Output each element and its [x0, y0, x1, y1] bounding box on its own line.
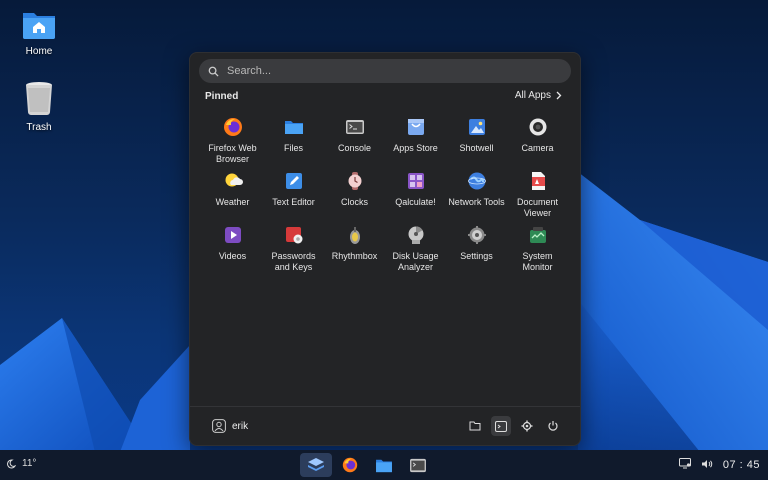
text-editor-icon: [285, 173, 302, 189]
all-apps-label: All Apps: [514, 90, 551, 101]
app-settings[interactable]: Settings: [446, 223, 507, 277]
terminal-outline-icon: [495, 420, 507, 432]
pinned-apps-grid: Firefox Web Browser Files Console Apps S…: [202, 115, 568, 277]
power-button[interactable]: [543, 416, 563, 436]
weather-icon: [225, 173, 243, 187]
camera-icon: [529, 118, 546, 136]
video-icon: [224, 227, 241, 243]
folder-icon: [284, 121, 303, 134]
music-icon: [349, 227, 360, 244]
clock[interactable]: 07 : 45: [723, 459, 760, 471]
firefox-icon: [342, 457, 358, 473]
keys-icon: [285, 227, 302, 244]
store-icon: [407, 119, 424, 135]
system-tray: 07 : 45: [678, 458, 760, 472]
power-icon: [548, 421, 558, 431]
settings-icon: [467, 226, 486, 244]
search-icon: [199, 66, 227, 77]
terminal-icon: [410, 458, 426, 472]
folder-home-icon: [23, 13, 55, 39]
app-text-editor[interactable]: Text Editor: [263, 169, 324, 223]
app-store[interactable]: Apps Store: [385, 115, 446, 169]
menu-footer: erik: [190, 406, 580, 445]
weather-temperature: 11°: [22, 458, 37, 469]
monitor-icon: [529, 227, 546, 243]
user-avatar-icon: [212, 419, 226, 433]
app-firefox[interactable]: Firefox Web Browser: [202, 115, 263, 169]
app-weather[interactable]: Weather: [202, 169, 263, 223]
user-name: erik: [232, 420, 249, 432]
app-shotwell[interactable]: Shotwell: [446, 115, 507, 169]
app-qalculate[interactable]: Qalculate!: [385, 169, 446, 223]
app-menu-layers-icon: [308, 458, 324, 471]
firefox-icon: [223, 118, 242, 136]
taskbar-console[interactable]: [402, 453, 434, 477]
taskbar-firefox[interactable]: [334, 453, 366, 477]
weather-applet[interactable]: 11°: [6, 458, 36, 469]
network-icon: [467, 172, 486, 190]
volume-tray-button[interactable]: [701, 459, 713, 472]
search-bar[interactable]: [199, 59, 571, 83]
display-icon: [678, 458, 691, 469]
search-input[interactable]: [227, 60, 571, 82]
pinned-heading: Pinned: [205, 91, 239, 102]
app-system-monitor[interactable]: System Monitor: [507, 223, 568, 277]
taskbar-apps: [300, 453, 434, 477]
all-apps-button[interactable]: All Apps: [515, 90, 562, 101]
taskbar: 11° 07 : 45: [0, 450, 768, 480]
disk-icon: [408, 226, 423, 244]
folder-outline-icon: [469, 421, 481, 431]
app-clocks[interactable]: Clocks: [324, 169, 385, 223]
calculator-icon: [407, 173, 424, 189]
files-shortcut-button[interactable]: [465, 416, 485, 436]
chevron-right-icon: [556, 91, 562, 100]
gear-icon: [521, 420, 533, 432]
taskbar-app-menu-button[interactable]: [300, 453, 332, 477]
photo-icon: [468, 119, 485, 135]
trash-icon: [26, 82, 52, 115]
weather-night-icon: [7, 458, 16, 468]
app-document-viewer[interactable]: Document Viewer: [507, 169, 568, 223]
taskbar-files[interactable]: [368, 453, 400, 477]
desktop-icon-home[interactable]: Home: [9, 8, 69, 57]
user-button[interactable]: erik: [212, 419, 248, 433]
app-network-tools[interactable]: Network Tools: [446, 169, 507, 223]
app-camera[interactable]: Camera: [507, 115, 568, 169]
settings-shortcut-button[interactable]: [517, 416, 537, 436]
desktop-icon-trash[interactable]: Trash: [9, 80, 69, 133]
document-icon: [531, 172, 545, 190]
app-menu: Pinned All Apps Firefox Web Browser File…: [189, 52, 581, 446]
volume-icon: [701, 459, 713, 468]
app-videos[interactable]: Videos: [202, 223, 263, 277]
display-tray-button[interactable]: [678, 458, 691, 472]
app-passwords-keys[interactable]: Passwords and Keys: [263, 223, 324, 277]
desktop-icon-label: Trash: [26, 122, 52, 133]
clock-icon: [348, 172, 361, 190]
app-files[interactable]: Files: [263, 115, 324, 169]
terminal-icon: [345, 120, 364, 134]
app-disk-usage[interactable]: Disk Usage Analyzer: [385, 223, 446, 277]
app-console[interactable]: Console: [324, 115, 385, 169]
app-rhythmbox[interactable]: Rhythmbox: [324, 223, 385, 277]
terminal-shortcut-button[interactable]: [491, 416, 511, 436]
desktop-icon-label: Home: [25, 46, 53, 57]
folder-icon: [376, 459, 392, 472]
